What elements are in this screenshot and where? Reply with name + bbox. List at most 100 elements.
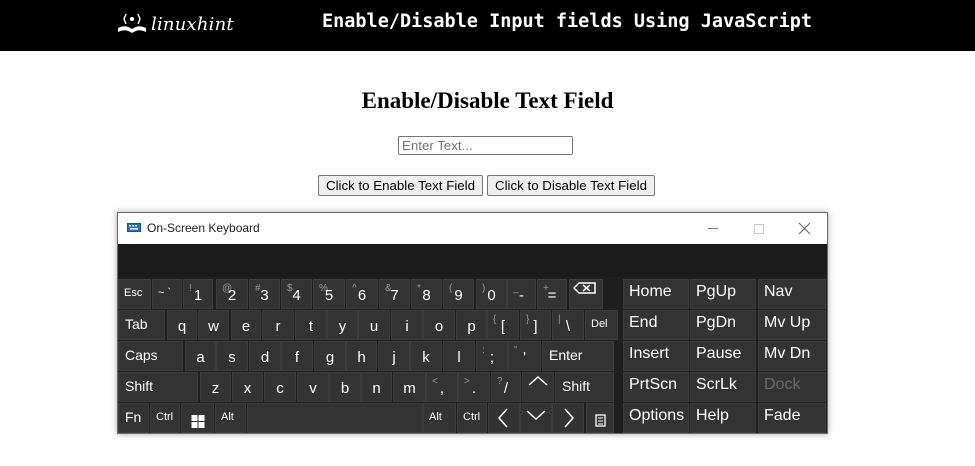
key-enter[interactable]: Enter — [542, 341, 614, 371]
arrow-up-icon — [528, 375, 548, 386]
minimize-button[interactable] — [690, 213, 736, 244]
key-end[interactable]: End — [623, 310, 689, 340]
key-z[interactable]: z — [200, 372, 231, 402]
key-pgup[interactable]: PgUp — [690, 279, 756, 309]
key-symbol[interactable]: ~ ` — [152, 279, 182, 309]
key-w[interactable]: w — [198, 310, 229, 340]
key-p[interactable]: p — [456, 310, 487, 340]
key-h[interactable]: h — [346, 341, 377, 371]
key-c[interactable]: c — [264, 372, 296, 402]
key-e[interactable]: e — [231, 310, 261, 340]
text-input[interactable] — [398, 136, 573, 155]
key-home[interactable]: Home — [623, 279, 689, 309]
key-n[interactable]: n — [361, 372, 392, 402]
key-symbol[interactable]: " ' — [508, 341, 541, 371]
key-symbol[interactable]: _ - — [507, 279, 536, 309]
key-dock[interactable]: Dock — [758, 372, 826, 402]
enable-text-field-button[interactable]: Click to Enable Text Field — [318, 175, 483, 196]
key-m[interactable]: m — [393, 372, 426, 402]
key-9[interactable]: (9 — [443, 279, 474, 309]
key-g[interactable]: g — [314, 341, 346, 371]
key-r[interactable]: r — [262, 310, 294, 340]
key-symbol[interactable]: :; — [476, 341, 508, 371]
key-b[interactable]: b — [329, 372, 361, 402]
key-menu[interactable] — [586, 403, 614, 433]
key-0[interactable]: ) 0 — [476, 279, 507, 309]
key-t[interactable]: t — [295, 310, 327, 340]
key-l[interactable]: l — [443, 341, 475, 371]
key-5[interactable]: % 5 — [313, 279, 345, 309]
key-ctrl[interactable]: Ctrl — [150, 403, 180, 433]
key-x[interactable]: x — [232, 372, 263, 402]
key-shift[interactable]: Shift — [555, 372, 614, 402]
key-u[interactable]: u — [358, 310, 390, 340]
disable-text-field-button[interactable]: Click to Disable Text Field — [487, 175, 655, 196]
key-options[interactable]: Options — [623, 403, 689, 433]
key-insert[interactable]: Insert — [623, 341, 689, 371]
key-shift[interactable]: Shift — [118, 372, 198, 402]
key-nav[interactable]: Nav — [758, 279, 826, 309]
key-k[interactable]: k — [410, 341, 442, 371]
key-ctrl[interactable]: Ctrl — [457, 403, 487, 433]
key-8[interactable]: * 8 — [411, 279, 442, 309]
key-mv-dn[interactable]: Mv Dn — [758, 341, 826, 371]
key-esc[interactable]: Esc — [118, 279, 151, 309]
key-q[interactable]: q — [167, 310, 197, 340]
linuxhint-logo[interactable]: linuxhint — [113, 8, 234, 42]
key-symbol[interactable]: {[ — [487, 310, 519, 340]
key-symbol[interactable]: | \ — [552, 310, 584, 340]
key-s[interactable]: s — [216, 341, 248, 371]
keyboard-icon — [127, 223, 141, 232]
maximize-button[interactable] — [736, 213, 782, 244]
key-symbol[interactable]: >. — [458, 372, 490, 402]
key-label: = — [547, 287, 557, 304]
key-pgdn[interactable]: PgDn — [690, 310, 756, 340]
key-prtscn[interactable]: PrtScn — [623, 372, 689, 402]
key-label: v — [309, 380, 317, 397]
key-windows[interactable] — [181, 403, 214, 433]
key-arrow-up[interactable] — [522, 372, 554, 402]
key-y[interactable]: y — [327, 310, 358, 340]
key-3[interactable]: #3 — [249, 279, 280, 309]
key-alt[interactable]: Alt — [423, 403, 456, 433]
key-symbol[interactable]: ? / — [491, 372, 521, 402]
key-1[interactable]: ! 1 — [183, 279, 213, 309]
key-7[interactable]: & 7 — [379, 279, 410, 309]
key-label: / — [503, 380, 509, 397]
key-fade[interactable]: Fade — [758, 403, 826, 433]
key-j[interactable]: j — [378, 341, 410, 371]
key-i[interactable]: i — [391, 310, 423, 340]
key-mv-up[interactable]: Mv Up — [758, 310, 826, 340]
key-arrow-down[interactable] — [520, 403, 552, 433]
key-symbol[interactable]: + = — [537, 279, 567, 309]
key-label: Pause — [696, 345, 742, 362]
key-caps[interactable]: Caps — [118, 341, 183, 371]
close-button[interactable] — [782, 213, 828, 244]
key-6[interactable]: ^ 6 — [346, 279, 378, 309]
key-symbol[interactable]: }] — [520, 310, 551, 340]
key-arrow-left[interactable] — [488, 403, 520, 433]
key-o[interactable]: o — [423, 310, 455, 340]
key-v[interactable]: v — [297, 372, 329, 402]
key-a[interactable]: a — [185, 341, 216, 371]
key-label: . — [471, 380, 477, 397]
key-tab[interactable]: Tab — [118, 310, 165, 340]
key-arrow-right[interactable] — [552, 403, 584, 433]
key-help[interactable]: Help — [690, 403, 756, 433]
key-d[interactable]: d — [249, 341, 281, 371]
key-del[interactable]: Del — [585, 310, 618, 340]
key-fn[interactable]: Fn — [118, 403, 149, 433]
key-label: Tab — [125, 316, 148, 332]
key-4[interactable]: $4 — [281, 279, 312, 309]
key-label: f — [294, 349, 300, 366]
key-scrlk[interactable]: ScrLk — [690, 372, 756, 402]
key-label: Esc — [124, 287, 143, 299]
key-alt[interactable]: Alt — [215, 403, 246, 433]
key-symbol[interactable]: <, — [426, 372, 458, 402]
key-space[interactable] — [247, 403, 423, 433]
key-pause[interactable]: Pause — [690, 341, 756, 371]
key-f[interactable]: f — [281, 341, 313, 371]
osk-title-bar[interactable]: On-Screen Keyboard — [118, 213, 827, 244]
key-2[interactable]: @2 — [216, 279, 248, 309]
key-backspace[interactable] — [569, 279, 603, 309]
